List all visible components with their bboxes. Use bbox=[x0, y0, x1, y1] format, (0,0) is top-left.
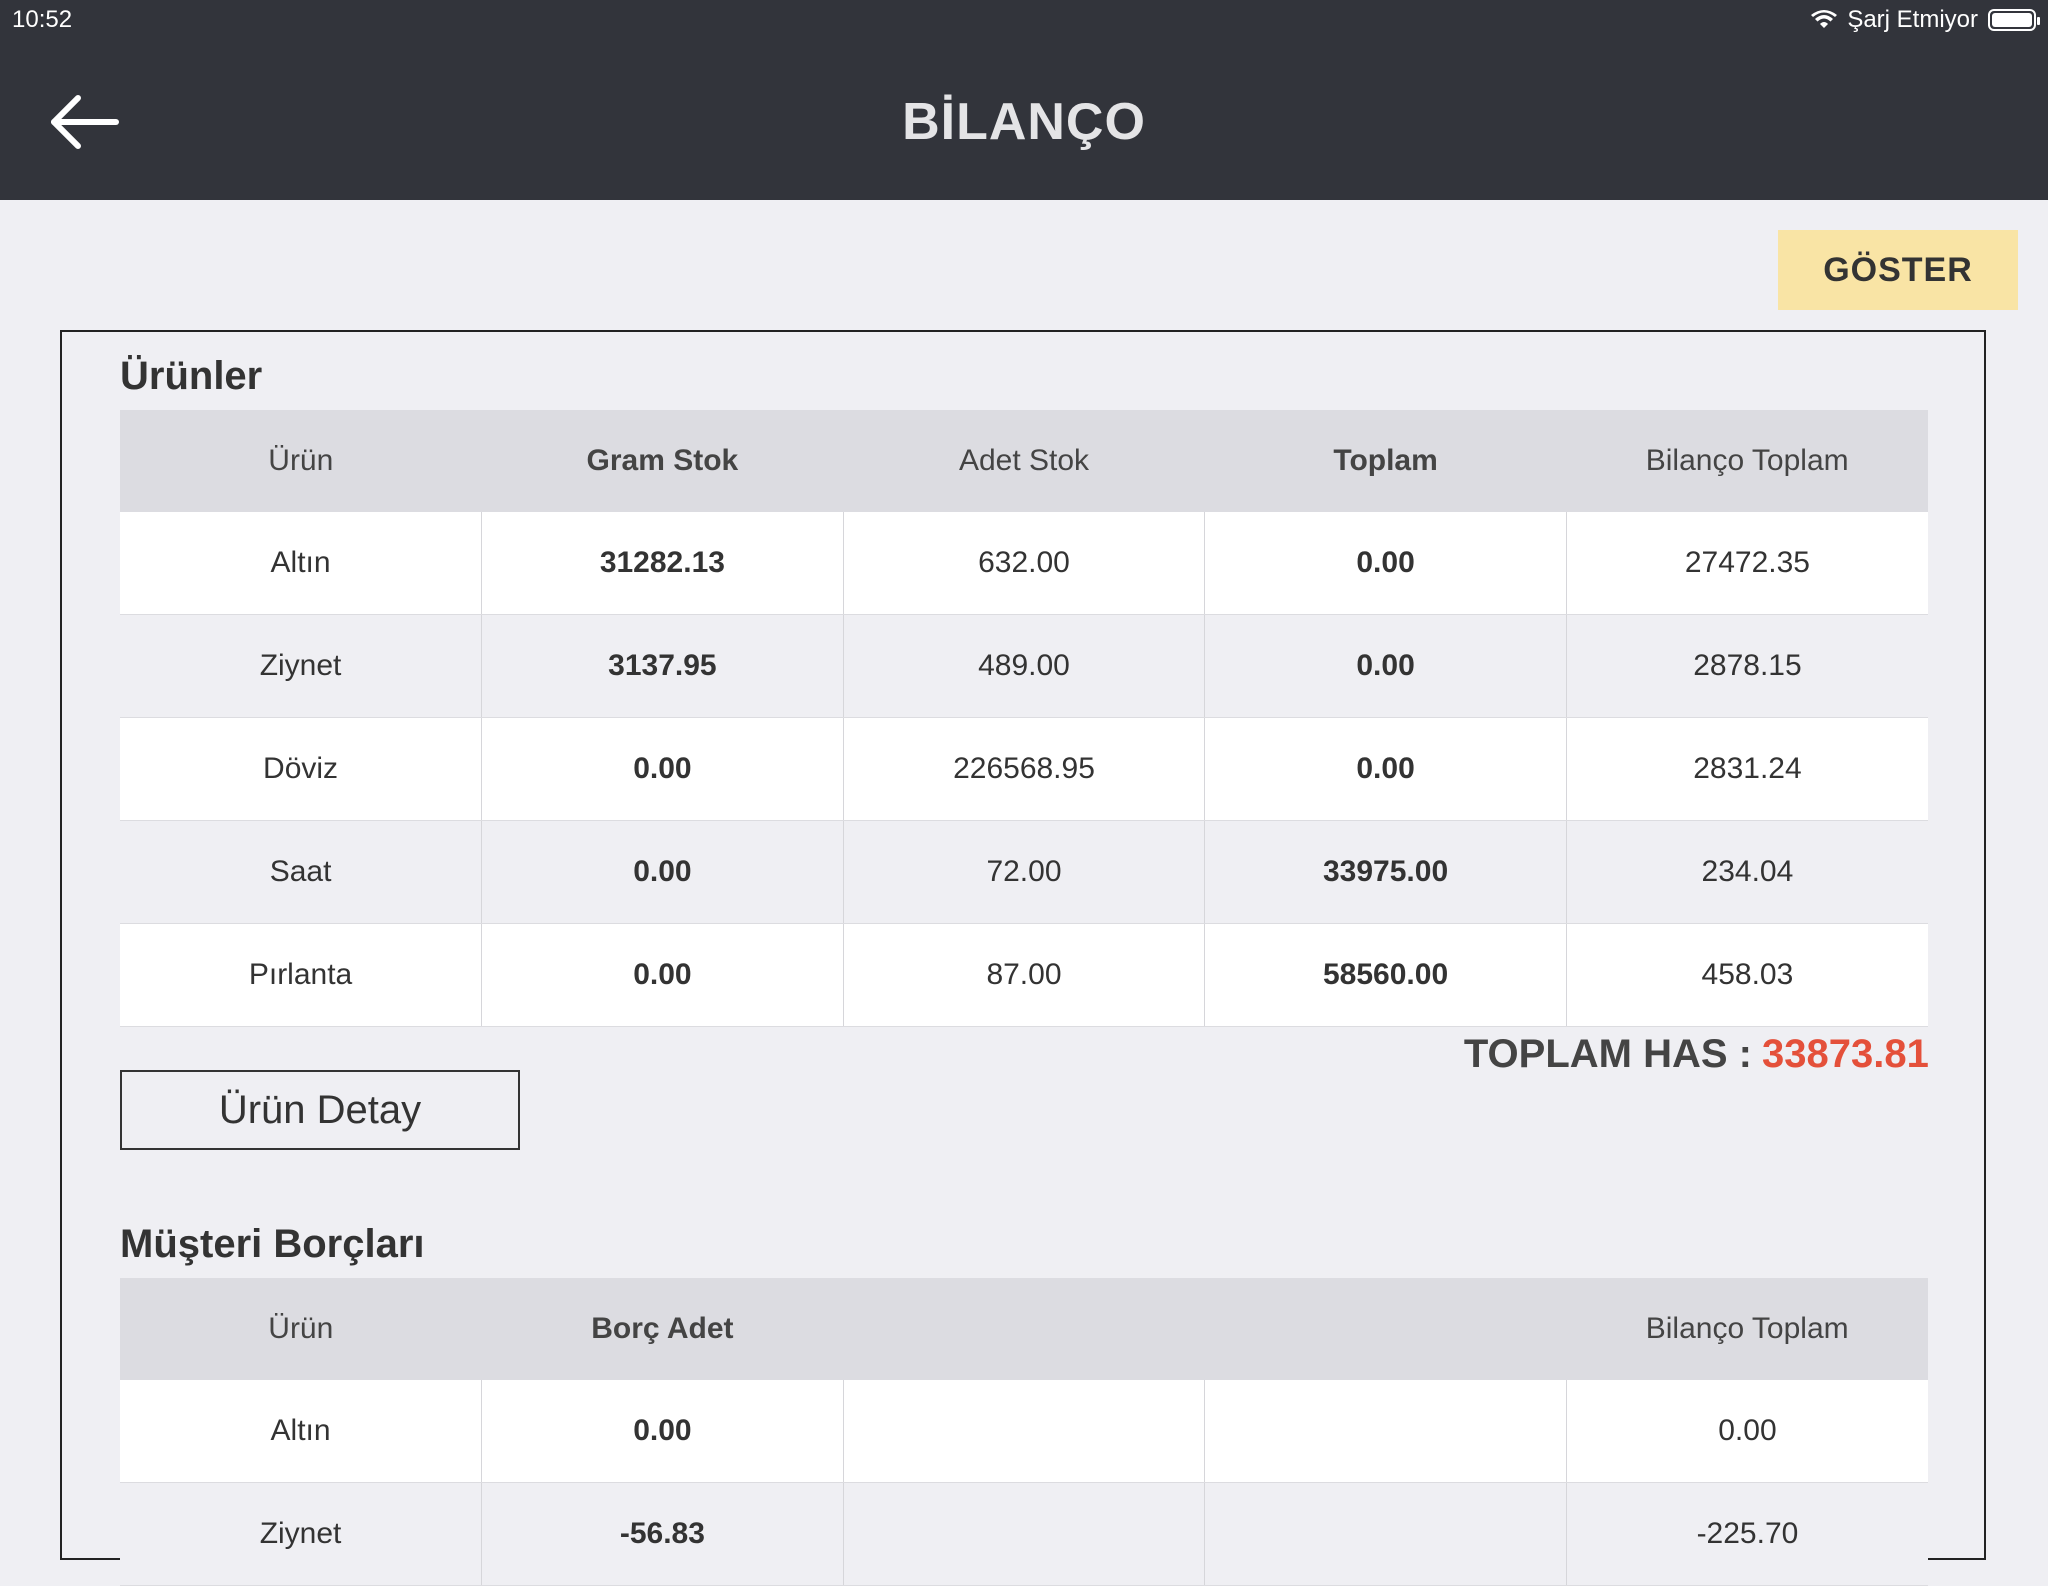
table-cell: 0.00 bbox=[481, 1380, 844, 1483]
customer-debts-table: Ürün Borç Adet Bilanço Toplam Altın 0.00… bbox=[120, 1278, 1928, 1586]
table-cell: -56.83 bbox=[481, 1482, 844, 1586]
wifi-icon bbox=[1811, 10, 1838, 28]
table-cell: 0.00 bbox=[481, 923, 844, 1027]
table-cell: Saat bbox=[120, 820, 482, 924]
products-title: Ürünler bbox=[120, 354, 263, 398]
navigation-bar: BİLANÇO bbox=[0, 40, 2048, 200]
table-cell bbox=[842, 1482, 1205, 1586]
table-cell: Ziynet bbox=[120, 1482, 482, 1586]
table-cell: Döviz bbox=[120, 717, 482, 821]
column-header: Toplam bbox=[1204, 410, 1567, 512]
charging-status: Şarj Etmiyor bbox=[1847, 6, 1978, 33]
table-cell bbox=[842, 1380, 1205, 1483]
table-cell: 0.00 bbox=[1565, 1380, 1928, 1483]
table-header-row: Ürün Borç Adet Bilanço Toplam bbox=[120, 1278, 1928, 1380]
column-header: Bilanço Toplam bbox=[1566, 410, 1928, 512]
customer-debts-title: Müşteri Borçları bbox=[120, 1222, 425, 1266]
table-cell: 0.00 bbox=[481, 717, 844, 821]
table-cell: Altın bbox=[120, 1380, 482, 1483]
column-header: Bilanço Toplam bbox=[1566, 1278, 1928, 1380]
table-row: Ziynet -56.83 -225.70 bbox=[120, 1482, 1928, 1586]
table-cell: Pırlanta bbox=[120, 923, 482, 1027]
table-cell: Ziynet bbox=[120, 614, 482, 718]
table-cell: 0.00 bbox=[1204, 512, 1567, 615]
table-cell: 72.00 bbox=[842, 820, 1205, 924]
table-cell: 0.00 bbox=[1204, 614, 1567, 718]
column-header bbox=[1204, 1278, 1567, 1380]
table-cell: 0.00 bbox=[1204, 717, 1567, 821]
table-cell: 489.00 bbox=[842, 614, 1205, 718]
column-header: Ürün bbox=[120, 1278, 482, 1380]
table-cell: 632.00 bbox=[842, 512, 1205, 615]
table-row: Altın 31282.13 632.00 0.00 27472.35 bbox=[120, 512, 1928, 615]
products-table: Ürün Gram Stok Adet Stok Toplam Bilanço … bbox=[120, 410, 1928, 1027]
table-cell: 226568.95 bbox=[842, 717, 1205, 821]
table-cell: 27472.35 bbox=[1565, 512, 1928, 615]
table-row: Döviz 0.00 226568.95 0.00 2831.24 bbox=[120, 717, 1928, 821]
table-cell bbox=[1204, 1380, 1567, 1483]
table-cell: 2831.24 bbox=[1565, 717, 1928, 821]
table-cell: 3137.95 bbox=[481, 614, 844, 718]
table-cell bbox=[1204, 1482, 1567, 1586]
battery-icon bbox=[1988, 9, 2040, 31]
status-right: Şarj Etmiyor bbox=[1811, 6, 2040, 34]
table-header-row: Ürün Gram Stok Adet Stok Toplam Bilanço … bbox=[120, 410, 1928, 512]
table-cell: Altın bbox=[120, 512, 482, 615]
table-cell: 234.04 bbox=[1565, 820, 1928, 924]
table-cell: 33975.00 bbox=[1204, 820, 1567, 924]
column-header bbox=[843, 1278, 1205, 1380]
column-header: Gram Stok bbox=[481, 410, 844, 512]
table-cell: 458.03 bbox=[1565, 923, 1928, 1027]
table-row: Altın 0.00 0.00 bbox=[120, 1380, 1928, 1483]
page-title: BİLANÇO bbox=[902, 93, 1146, 151]
table-cell: 58560.00 bbox=[1204, 923, 1567, 1027]
table-cell: 0.00 bbox=[481, 820, 844, 924]
product-detail-button[interactable]: Ürün Detay bbox=[120, 1070, 520, 1150]
table-row: Saat 0.00 72.00 33975.00 234.04 bbox=[120, 820, 1928, 924]
table-cell: -225.70 bbox=[1565, 1482, 1928, 1586]
column-header: Adet Stok bbox=[843, 410, 1205, 512]
status-bar: 10:52 Şarj Etmiyor bbox=[0, 0, 2048, 40]
total-has-value: 33873.81 bbox=[1762, 1032, 1929, 1076]
table-row: Ziynet 3137.95 489.00 0.00 2878.15 bbox=[120, 614, 1928, 718]
show-button[interactable]: GÖSTER bbox=[1778, 230, 2018, 310]
table-row: Pırlanta 0.00 87.00 58560.00 458.03 bbox=[120, 923, 1928, 1027]
total-has-label: TOPLAM HAS : bbox=[1463, 1032, 1752, 1076]
table-cell: 2878.15 bbox=[1565, 614, 1928, 718]
column-header: Ürün bbox=[120, 410, 482, 512]
table-cell: 31282.13 bbox=[481, 512, 844, 615]
table-cell: 87.00 bbox=[842, 923, 1205, 1027]
column-header: Borç Adet bbox=[481, 1278, 844, 1380]
balance-panel: Ürünler Ürün Gram Stok Adet Stok Toplam … bbox=[60, 330, 1986, 1586]
status-time: 10:52 bbox=[12, 6, 73, 33]
